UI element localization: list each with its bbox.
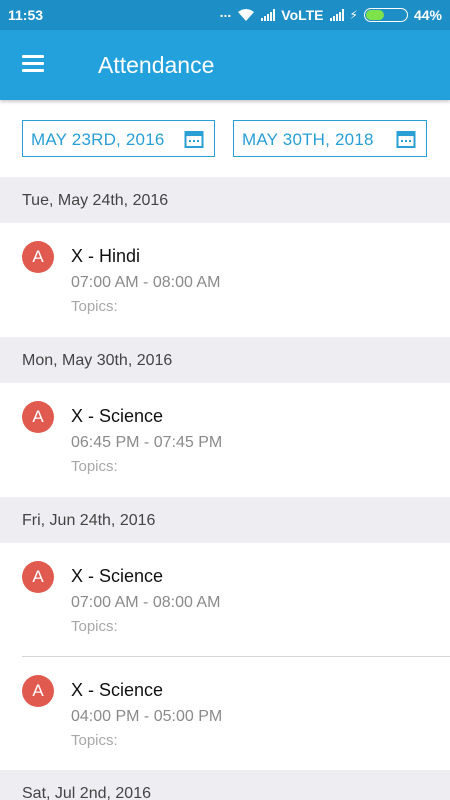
status-avatar: A [22,401,54,433]
battery-percent: 44% [413,7,442,23]
time-range: 06:45 PM - 07:45 PM [71,434,223,451]
attendance-item[interactable]: A X - Science 04:00 PM - 05:00 PM Topics… [0,657,450,757]
status-time: 11:53 [8,7,44,23]
time-range: 07:00 AM - 08:00 AM [71,274,221,291]
section-date: Fri, Jun 24th, 2016 [22,512,156,529]
time-range: 04:00 PM - 05:00 PM [71,708,223,725]
from-date-value: MAY 23RD, 2016 [31,130,165,149]
subject-label: X - Hindi [71,246,141,266]
network-label: VoLTE [281,7,324,23]
subject-label: X - Science [71,680,164,700]
section-date: Sat, Jul 2nd, 2016 [22,785,151,800]
topics-label: Topics: [71,298,118,315]
time-range: 07:00 AM - 08:00 AM [71,594,221,611]
to-date-field[interactable]: MAY 30TH, 2018 [233,120,427,157]
section-header: Fri, Jun 24th, 2016 [0,497,450,543]
topics-label: Topics: [71,732,118,749]
topics-label: Topics: [71,618,118,635]
from-date-field[interactable]: MAY 23RD, 2016 [22,120,215,157]
signal-icon-2 [329,9,344,21]
section-header: Tue, May 24th, 2016 [0,177,450,223]
status-bar: 11:53 ... VoLTE ⚡ 44% [0,0,450,30]
hamburger-menu-icon[interactable] [22,55,44,73]
status-avatar: A [22,561,54,593]
calendar-icon[interactable] [184,129,204,149]
battery-icon [363,8,408,22]
page-title: Attendance [98,52,215,78]
attendance-item[interactable]: A X - Science 06:45 PM - 07:45 PM Topics… [0,383,450,483]
battery-fill [365,10,385,20]
charging-icon: ⚡ [349,8,358,22]
attendance-item[interactable]: A X - Hindi 07:00 AM - 08:00 AM Topics: [0,223,450,323]
section-header: Mon, May 30th, 2016 [0,337,450,383]
subject-label: X - Science [71,406,164,426]
status-avatar: A [22,241,54,273]
status-avatar: A [22,675,54,707]
status-icons: ... VoLTE ⚡ 44% [219,4,442,23]
wifi-icon [238,9,255,21]
to-date-value: MAY 30TH, 2018 [242,130,374,149]
calendar-icon[interactable] [396,129,416,149]
signal-icon [261,9,276,21]
attendance-item[interactable]: A X - Science 07:00 AM - 08:00 AM Topics… [0,543,450,643]
subject-label: X - Science [71,566,164,586]
section-date: Mon, May 30th, 2016 [22,352,173,369]
topics-label: Topics: [71,458,118,475]
app-bar: Attendance [0,30,450,100]
section-date: Tue, May 24th, 2016 [22,192,169,209]
section-header: Sat, Jul 2nd, 2016 [0,770,450,800]
more-dots-icon: ... [219,4,232,20]
